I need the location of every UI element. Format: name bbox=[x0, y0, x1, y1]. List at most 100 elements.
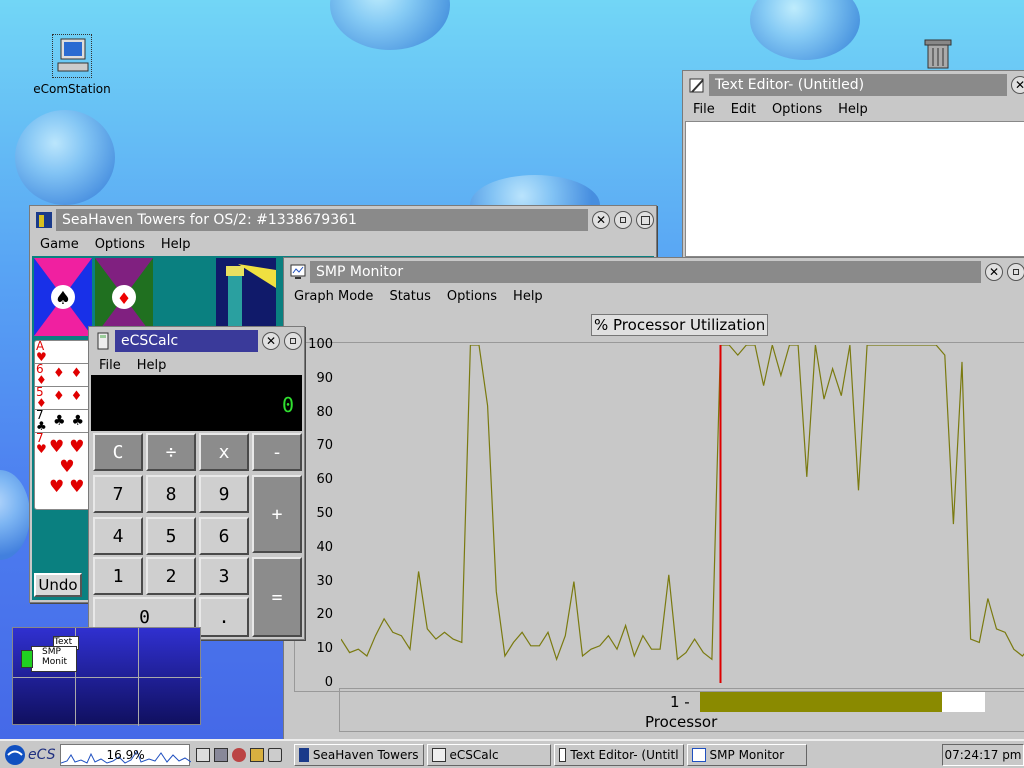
close-button[interactable]: ✕ bbox=[592, 211, 610, 229]
utilization-line bbox=[341, 345, 1024, 662]
menu-help[interactable]: Help bbox=[830, 102, 876, 117]
window-title[interactable]: eCSCalc bbox=[115, 330, 258, 352]
card-pips: ♦♦ bbox=[53, 389, 89, 404]
card-pips: ♣♣ bbox=[53, 413, 91, 429]
card-seven-hearts[interactable]: 7 ♥ bbox=[36, 432, 47, 455]
smp-monitor-window[interactable]: SMP Monitor ✕ Graph Mode Status Options … bbox=[283, 257, 1024, 745]
menubar: File Edit Options Help bbox=[685, 99, 1024, 119]
equals-button[interactable]: = bbox=[252, 557, 302, 637]
y-tick-label: 50 bbox=[316, 506, 333, 521]
lighthouse-card-back bbox=[216, 258, 276, 336]
task-smp-monitor[interactable]: SMP Monitor bbox=[686, 743, 807, 766]
close-button[interactable]: ✕ bbox=[985, 263, 1003, 281]
calc-display: 0 bbox=[91, 375, 302, 431]
y-tick-label: 10 bbox=[316, 641, 333, 657]
window-title[interactable]: SMP Monitor bbox=[310, 261, 981, 283]
minimize-button[interactable] bbox=[614, 211, 632, 229]
minimize-button[interactable] bbox=[1007, 263, 1024, 281]
plus-button[interactable]: + bbox=[252, 475, 302, 553]
close-button[interactable]: ✕ bbox=[1011, 76, 1024, 94]
task-text-editor[interactable]: Text Editor- (Untitl bbox=[553, 743, 684, 766]
clock[interactable]: 07:24:17 pm bbox=[942, 743, 1024, 766]
seahaven-icon bbox=[36, 212, 52, 228]
window-list-icon[interactable] bbox=[195, 747, 210, 762]
processor-load-bar bbox=[700, 692, 943, 712]
digit-9-button[interactable]: 9 bbox=[199, 475, 249, 513]
shutdown-icon[interactable] bbox=[267, 747, 282, 762]
close-icon: ✕ bbox=[1014, 78, 1024, 92]
maximize-icon bbox=[640, 215, 650, 225]
menu-edit[interactable]: Edit bbox=[723, 102, 764, 117]
wallpaper-orb bbox=[330, 0, 450, 50]
menu-file[interactable]: File bbox=[91, 358, 129, 373]
minus-button[interactable]: - bbox=[252, 433, 302, 471]
menu-help[interactable]: Help bbox=[505, 289, 551, 304]
undo-button[interactable]: Undo bbox=[34, 573, 82, 597]
y-tick-label: 70 bbox=[316, 438, 333, 454]
foundation-diamonds[interactable]: ♦ bbox=[95, 258, 153, 336]
menu-options[interactable]: Options bbox=[87, 237, 153, 252]
start-button[interactable]: eCS bbox=[0, 744, 60, 766]
menu-file[interactable]: File bbox=[685, 102, 723, 117]
digit-3-button[interactable]: 3 bbox=[199, 557, 249, 595]
calculator-window[interactable]: eCSCalc ✕ File Help 0 C ÷ x - 7 8 9 + 4 … bbox=[88, 326, 305, 640]
digit-1-button[interactable]: 1 bbox=[93, 557, 143, 595]
y-tick-label: 80 bbox=[316, 404, 333, 420]
card-five-diamonds[interactable]: 5 ♦ bbox=[36, 386, 47, 409]
tools-icon[interactable] bbox=[231, 747, 246, 762]
y-tick-label: 100 bbox=[308, 337, 333, 352]
menu-status[interactable]: Status bbox=[381, 289, 438, 304]
close-icon: ✕ bbox=[265, 334, 277, 348]
wallpaper-orb bbox=[15, 110, 115, 205]
menu-help[interactable]: Help bbox=[129, 358, 175, 373]
y-tick-label: 30 bbox=[316, 573, 333, 589]
card-pips: ♥♥ ♥ ♥♥ bbox=[49, 437, 90, 497]
desktop-pager[interactable]: Text SMP Monit bbox=[12, 627, 202, 726]
minimize-button[interactable] bbox=[284, 332, 302, 350]
monitor-icon bbox=[290, 264, 306, 279]
card-seven-clubs[interactable]: 7 ♣ bbox=[36, 409, 47, 432]
menubar: Game Options Help bbox=[32, 234, 654, 254]
digit-8-button[interactable]: 8 bbox=[146, 475, 196, 513]
card-ace-hearts[interactable]: A ♥ bbox=[36, 341, 47, 363]
seahaven-icon bbox=[298, 747, 309, 762]
digit-5-button[interactable]: 5 bbox=[146, 517, 196, 555]
digit-4-button[interactable]: 4 bbox=[93, 517, 143, 555]
graph-title: % Processor Utilization bbox=[591, 314, 769, 336]
taskbar: eCS 16.9% SeaHaven Towers eCSCalc Text E… bbox=[0, 739, 1024, 768]
clear-button[interactable]: C bbox=[93, 433, 143, 471]
wallpaper-orb bbox=[750, 0, 860, 60]
divide-button[interactable]: ÷ bbox=[146, 433, 196, 471]
window-title[interactable]: SeaHaven Towers for OS/2: #1338679361 bbox=[56, 209, 588, 231]
decimal-button[interactable]: . bbox=[199, 597, 249, 637]
task-calculator[interactable]: eCSCalc bbox=[426, 743, 551, 766]
drives-icon[interactable] bbox=[213, 747, 228, 762]
cpu-meter: 16.9% bbox=[59, 743, 191, 766]
desktop-icon-ecomstation[interactable]: eComStation bbox=[30, 34, 114, 96]
close-button[interactable]: ✕ bbox=[262, 332, 280, 350]
task-seahaven[interactable]: SeaHaven Towers bbox=[293, 743, 424, 766]
maximize-button[interactable] bbox=[636, 211, 654, 229]
close-icon: ✕ bbox=[988, 265, 1000, 279]
digit-6-button[interactable]: 6 bbox=[199, 517, 249, 555]
menu-graph-mode[interactable]: Graph Mode bbox=[286, 289, 381, 304]
card-six-diamonds[interactable]: 6 ♦ bbox=[36, 363, 47, 386]
minimize-icon bbox=[1013, 269, 1019, 275]
editor-text-area[interactable] bbox=[685, 121, 1024, 257]
diamond-icon: ♦ bbox=[117, 289, 131, 308]
menu-game[interactable]: Game bbox=[32, 237, 87, 252]
card-stack[interactable]: A ♥ 6 ♦ ♦♦ 5 ♦ ♦♦ 7 ♣ ♣♣ 7 ♥ ♥♥ ♥ ♥♥ bbox=[34, 340, 92, 510]
menu-options[interactable]: Options bbox=[764, 102, 830, 117]
digit-7-button[interactable]: 7 bbox=[93, 475, 143, 513]
foundation-spades[interactable]: ♠ bbox=[34, 258, 92, 336]
notepad-icon bbox=[689, 78, 704, 93]
monitor-icon bbox=[691, 747, 706, 762]
menu-help[interactable]: Help bbox=[153, 237, 199, 252]
ecs-logo-icon bbox=[5, 744, 25, 765]
text-editor-window[interactable]: Text Editor- (Untitled) ✕ File Edit Opti… bbox=[682, 70, 1024, 260]
folder-icon[interactable] bbox=[249, 747, 264, 762]
window-title[interactable]: Text Editor- (Untitled) bbox=[709, 74, 1007, 96]
multiply-button[interactable]: x bbox=[199, 433, 249, 471]
digit-2-button[interactable]: 2 bbox=[146, 557, 196, 595]
menu-options[interactable]: Options bbox=[439, 289, 505, 304]
